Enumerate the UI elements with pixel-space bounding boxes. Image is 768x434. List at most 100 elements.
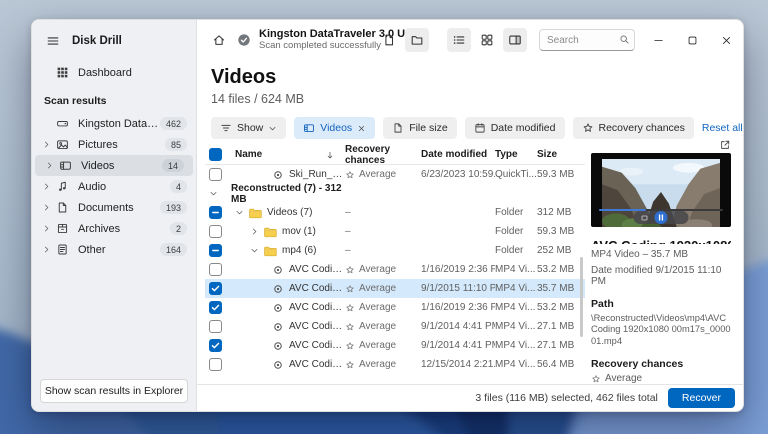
- new-file-button[interactable]: [377, 28, 401, 52]
- show-in-explorer-button[interactable]: Show scan results in Explorer: [40, 379, 188, 403]
- video-file-icon: [273, 265, 283, 275]
- chevron-right-icon[interactable]: [42, 224, 51, 233]
- preview-file-meta: MP4 Video – 35.7 MB: [591, 249, 731, 260]
- file-row[interactable]: AVC Coding 1920...Average1/16/2019 2:36 …: [205, 260, 585, 279]
- preview-panel-button[interactable]: [503, 28, 527, 52]
- maximize-button[interactable]: [675, 20, 709, 60]
- table-scrollbar[interactable]: [580, 257, 583, 337]
- sidebar-item-documents[interactable]: Documents193: [32, 197, 196, 218]
- file-row[interactable]: AVC Coding 1920...Average9/1/2015 11:10 …: [205, 279, 585, 298]
- column-header-type[interactable]: Type: [495, 149, 537, 160]
- column-header-size[interactable]: Size: [537, 149, 585, 160]
- sort-down-icon[interactable]: [325, 150, 335, 160]
- row-checkbox[interactable]: [209, 263, 222, 276]
- chevron-right-icon[interactable]: [42, 245, 51, 254]
- list-view-button[interactable]: [447, 28, 471, 52]
- item-count-badge: 462: [160, 117, 187, 130]
- frame-capture-icon[interactable]: [641, 214, 649, 222]
- row-checkbox[interactable]: [209, 244, 222, 257]
- row-check-cell: [205, 225, 231, 238]
- chevron-right-icon[interactable]: [42, 182, 51, 191]
- chevron-right-icon[interactable]: [250, 227, 259, 236]
- file-row[interactable]: AVC Coding 1920...Average9/1/2014 4:41 P…: [205, 317, 585, 336]
- show-filter-dropdown[interactable]: Show: [211, 117, 286, 139]
- filter-chips: Videos File size Date modified Recovery cha…: [294, 117, 702, 139]
- chevron-down-icon[interactable]: [209, 189, 218, 198]
- recovery-chance-text: Average: [359, 169, 396, 180]
- video-file-icon: [273, 303, 283, 313]
- titlebar: Kingston DataTraveler 3.0 USB Scan compl…: [197, 20, 743, 60]
- stop-button[interactable]: [674, 214, 682, 222]
- row-name-cell: Videos (7): [231, 206, 345, 220]
- sidebar-item-pictures[interactable]: Pictures85: [32, 134, 196, 155]
- sidebar-item-other[interactable]: Other164: [32, 239, 196, 260]
- row-name-cell: Ski_Run_Rear_Vi...: [231, 169, 345, 180]
- preview-panel-icon: [508, 33, 522, 47]
- sidebar-items: Kingston DataTraveler 3...462Pictures85V…: [32, 113, 196, 260]
- folder-view-button[interactable]: [405, 28, 429, 52]
- row-check-cell: [205, 206, 231, 219]
- row-type-cell: QuickTi...: [495, 169, 537, 180]
- list-view-icon: [452, 33, 466, 47]
- select-all-checkbox[interactable]: [209, 148, 222, 161]
- row-checkbox[interactable]: [209, 168, 222, 181]
- pictures-icon: [56, 138, 69, 151]
- row-checkbox[interactable]: [209, 282, 222, 295]
- grid-view-button[interactable]: [475, 28, 499, 52]
- row-type-cell: MP4 Vi...: [495, 302, 537, 313]
- sidebar-item-kingston-datatraveler-3[interactable]: Kingston DataTraveler 3...462: [32, 113, 196, 134]
- row-checkbox[interactable]: [209, 225, 222, 238]
- filter-chip-videos[interactable]: Videos: [294, 117, 375, 139]
- group-row[interactable]: Reconstructed (7) - 312 MB: [205, 184, 585, 203]
- file-row[interactable]: AVC Coding 1920...Average9/1/2014 4:41 P…: [205, 336, 585, 355]
- column-header-date[interactable]: Date modified: [421, 149, 495, 160]
- reset-all-link[interactable]: Reset all: [702, 122, 743, 134]
- star-icon: [345, 265, 355, 275]
- chevron-right-icon[interactable]: [42, 140, 51, 149]
- close-button[interactable]: [709, 20, 743, 60]
- folder-row[interactable]: Videos (7)–Folder312 MB: [205, 203, 585, 222]
- chevron-right-icon[interactable]: [42, 203, 51, 212]
- chevron-right-icon[interactable]: [45, 161, 54, 170]
- pause-button[interactable]: [655, 211, 668, 224]
- scan-complete-badge-icon: [237, 33, 251, 47]
- row-checkbox[interactable]: [209, 320, 222, 333]
- row-recovery-cell: –: [345, 226, 421, 237]
- sidebar-item-archives[interactable]: Archives2: [32, 218, 196, 239]
- chevron-down-icon: [268, 124, 277, 133]
- row-type-cell: Folder: [495, 226, 537, 237]
- search-box: [539, 29, 635, 51]
- folder-row[interactable]: mov (1)–Folder59.3 MB: [205, 222, 585, 241]
- home-button[interactable]: [207, 28, 231, 52]
- row-name-cell: Reconstructed (7) - 312 MB: [231, 183, 345, 205]
- chevron-down-icon[interactable]: [235, 208, 244, 217]
- row-recovery-cell: Average: [345, 321, 421, 332]
- folder-row[interactable]: mp4 (6)–Folder252 MB: [205, 241, 585, 260]
- open-external-icon[interactable]: [719, 139, 731, 151]
- row-checkbox[interactable]: [209, 301, 222, 314]
- row-checkbox[interactable]: [209, 206, 222, 219]
- column-header-recovery[interactable]: Recovery chances: [345, 144, 421, 166]
- filter-chip-file-size[interactable]: File size: [383, 117, 457, 139]
- sidebar-item-dashboard[interactable]: Dashboard: [32, 62, 196, 83]
- column-header-name[interactable]: Name: [235, 149, 262, 160]
- chevron-down-icon[interactable]: [250, 246, 259, 255]
- file-row[interactable]: Ski_Run_Rear_Vi...Average6/23/2023 10:59…: [205, 165, 585, 184]
- filter-chip-recovery-chances[interactable]: Recovery chances: [573, 117, 694, 139]
- hamburger-menu-button[interactable]: [44, 32, 62, 50]
- file-name: AVC Coding 1920...: [289, 359, 345, 370]
- row-type-cell: MP4 Vi...: [495, 359, 537, 370]
- sidebar-item-audio[interactable]: Audio4: [32, 176, 196, 197]
- sidebar-item-videos[interactable]: Videos14: [35, 155, 193, 176]
- row-checkbox[interactable]: [209, 358, 222, 371]
- recover-button[interactable]: Recover: [668, 388, 735, 408]
- file-name: mp4 (6): [282, 245, 316, 256]
- recovery-chance-text: Average: [359, 264, 396, 275]
- minimize-button[interactable]: [641, 20, 675, 60]
- file-row[interactable]: AVC Coding 1920...Average1/16/2019 2:36 …: [205, 298, 585, 317]
- recovery-chance-text: –: [345, 207, 351, 218]
- filter-chip-date-modified[interactable]: Date modified: [465, 117, 565, 139]
- chip-close-icon[interactable]: [357, 124, 366, 133]
- file-row[interactable]: AVC Coding 1920...Average12/15/2014 2:21…: [205, 355, 585, 374]
- row-checkbox[interactable]: [209, 339, 222, 352]
